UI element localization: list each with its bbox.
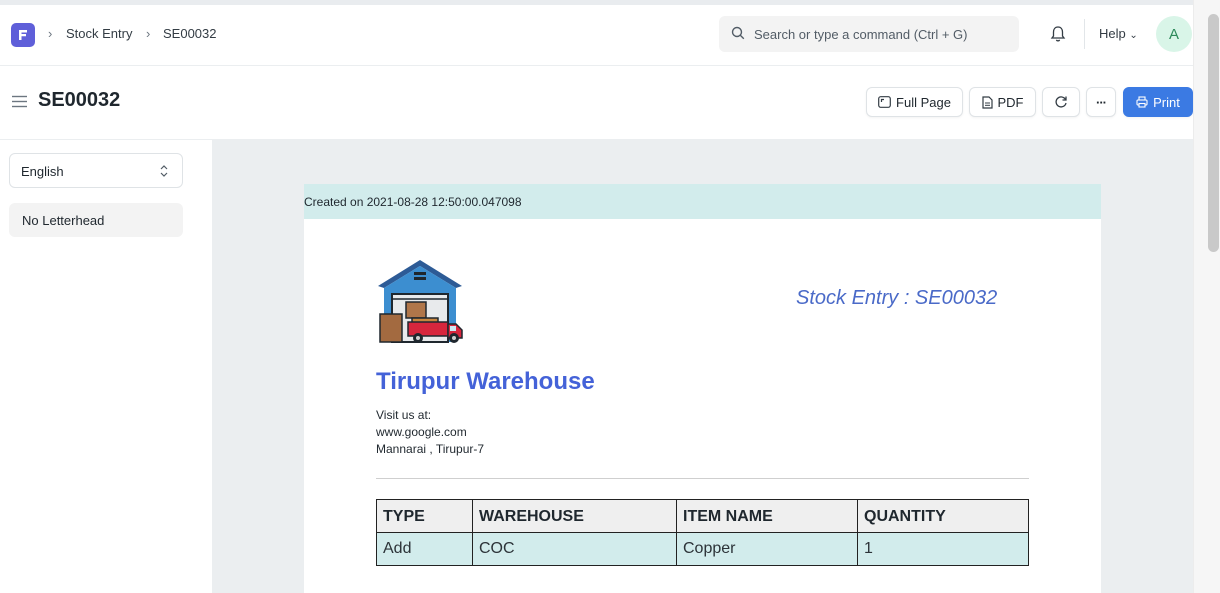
- created-banner: Created on 2021-08-28 12:50:00.047098: [304, 184, 1101, 219]
- created-text: Created on 2021-08-28 12:50:00.047098: [304, 195, 522, 209]
- print-preview-area: Created on 2021-08-28 12:50:00.047098 St…: [212, 140, 1193, 593]
- warehouse-logo-icon: [378, 260, 463, 343]
- chevron-down-icon: ⌄: [1129, 30, 1138, 41]
- chevron-right-icon: ›: [146, 26, 151, 41]
- language-select[interactable]: English: [9, 153, 183, 188]
- column-header-warehouse: WAREHOUSE: [472, 499, 677, 533]
- full-page-label: Full Page: [896, 94, 951, 110]
- sidebar-toggle-icon[interactable]: [12, 95, 27, 108]
- document-title: Stock Entry : SE00032: [796, 287, 998, 309]
- address-line: Mannarai , Tirupur-7: [376, 442, 485, 456]
- bell-icon[interactable]: [1049, 25, 1067, 43]
- cell-quantity: 1: [857, 532, 1029, 566]
- print-page: Created on 2021-08-28 12:50:00.047098 St…: [304, 184, 1101, 593]
- print-label: Print: [1153, 94, 1180, 110]
- pdf-label: PDF: [997, 94, 1024, 110]
- help-dropdown[interactable]: Help ⌄: [1099, 26, 1138, 41]
- expand-icon: [878, 96, 891, 108]
- breadcrumb-stock-entry[interactable]: Stock Entry: [66, 26, 132, 41]
- refresh-icon: [1055, 96, 1067, 108]
- file-icon: [981, 95, 993, 109]
- letterhead-value: No Letterhead: [22, 213, 105, 228]
- print-settings-sidebar: English No Letterhead: [0, 140, 212, 593]
- search-input[interactable]: Search or type a command (Ctrl + G): [754, 27, 968, 42]
- pdf-button[interactable]: PDF: [969, 87, 1036, 117]
- column-header-quantity: QUANTITY: [857, 499, 1029, 533]
- search-icon: [731, 26, 745, 40]
- select-arrows-icon: [160, 165, 168, 177]
- refresh-button[interactable]: [1042, 87, 1080, 117]
- column-header-item-name: ITEM NAME: [676, 499, 858, 533]
- column-header-type: TYPE: [376, 499, 473, 533]
- address-line: Visit us at:: [376, 408, 432, 422]
- divider: [1084, 19, 1085, 49]
- page-head: SE00032 Full Page PDF ··· Print: [0, 66, 1220, 140]
- print-button[interactable]: Print: [1123, 87, 1193, 117]
- scrollbar-thumb[interactable]: [1208, 14, 1219, 252]
- company-name: Tirupur Warehouse: [376, 368, 595, 395]
- more-actions-button[interactable]: ···: [1086, 87, 1116, 117]
- language-value: English: [21, 164, 64, 179]
- navbar: › Stock Entry › SE00032 Search or type a…: [0, 0, 1220, 66]
- page-title: SE00032: [38, 89, 121, 111]
- address-line: www.google.com: [376, 425, 467, 439]
- frappe-logo-icon[interactable]: [11, 23, 35, 47]
- divider: [376, 478, 1029, 479]
- letterhead-select[interactable]: No Letterhead: [9, 203, 183, 237]
- avatar[interactable]: A: [1156, 16, 1192, 52]
- printer-icon: [1136, 96, 1148, 108]
- table-row: Add COC Copper 1: [376, 532, 1029, 566]
- help-label: Help: [1099, 26, 1126, 41]
- cell-item-name: Copper: [676, 532, 858, 566]
- full-page-button[interactable]: Full Page: [866, 87, 963, 117]
- search-bar[interactable]: Search or type a command (Ctrl + G): [719, 16, 1019, 52]
- items-table: TYPE WAREHOUSE ITEM NAME QUANTITY Add CO…: [376, 499, 1029, 566]
- table-header-row: TYPE WAREHOUSE ITEM NAME QUANTITY: [376, 499, 1029, 533]
- cell-type: Add: [376, 532, 473, 566]
- breadcrumb-document[interactable]: SE00032: [163, 26, 217, 41]
- chevron-right-icon: ›: [48, 26, 53, 41]
- more-icon: ···: [1096, 94, 1107, 110]
- cell-warehouse: COC: [472, 532, 677, 566]
